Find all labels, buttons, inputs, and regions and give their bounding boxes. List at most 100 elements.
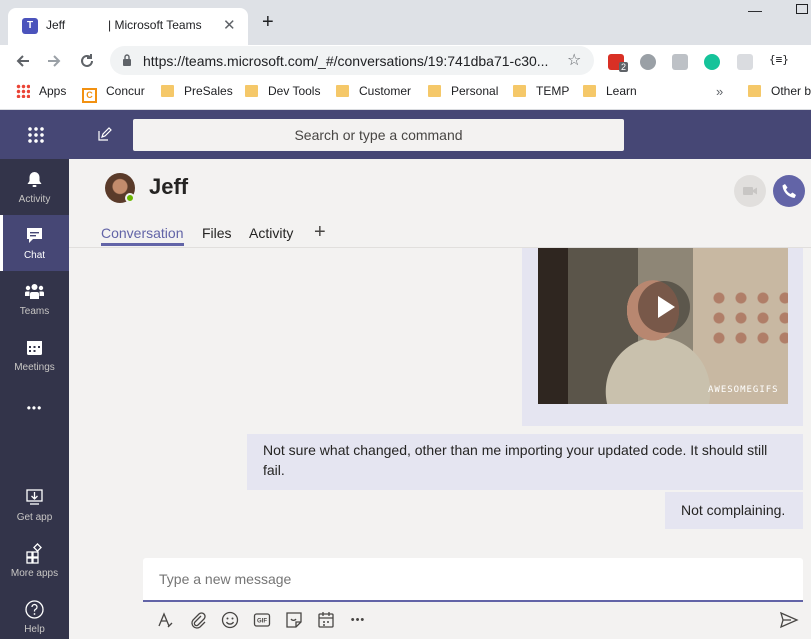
tab-files[interactable]: Files: [202, 225, 232, 241]
bookmark-concur[interactable]: C Concur: [82, 84, 145, 103]
download-icon: [26, 489, 43, 505]
extension-badge: 2: [619, 62, 629, 72]
help-icon: [25, 600, 44, 619]
rail-item-get-app[interactable]: Get app: [0, 477, 69, 533]
bookmark-other[interactable]: Other b: [748, 84, 811, 98]
folder-icon: [428, 85, 441, 97]
bookmark-temp[interactable]: TEMP: [513, 84, 569, 98]
bookmark-customer[interactable]: Customer: [336, 84, 411, 98]
rail-label: Get app: [16, 512, 53, 523]
teams-people-icon: [25, 284, 44, 299]
more-options-icon[interactable]: •••: [348, 610, 368, 630]
browser-toolbar: https://teams.microsoft.com/_#/conversat…: [0, 45, 811, 77]
chat-pane: Jeff Conversation Files Activity + AWESO…: [69, 159, 811, 639]
apps-grid-icon: [16, 84, 30, 98]
folder-icon: [583, 85, 596, 97]
gif-image[interactable]: AWESOMEGIFS: [538, 248, 788, 404]
app-bar: Activity Chat Teams Meetings ••• Get app…: [0, 159, 69, 639]
emoji-icon[interactable]: [220, 610, 240, 630]
video-call-button[interactable]: [734, 175, 766, 207]
url-text: https://teams.microsoft.com/_#/conversat…: [143, 53, 549, 69]
gif-watermark: AWESOMEGIFS: [708, 385, 779, 395]
rail-label: Activity: [18, 194, 51, 205]
folder-icon: [513, 85, 526, 97]
gif-message: AWESOMEGIFS: [522, 248, 803, 426]
forward-arrow-icon[interactable]: [45, 52, 63, 70]
schedule-meeting-icon[interactable]: [316, 610, 336, 630]
message-bubble[interactable]: Not complaining.: [665, 492, 803, 529]
tab-conversation[interactable]: Conversation: [101, 225, 184, 246]
message-text: Not sure what changed, other than me imp…: [263, 442, 768, 478]
rail-label: Teams: [19, 306, 50, 317]
new-tab-button[interactable]: +: [262, 12, 274, 32]
app-launcher-icon[interactable]: [27, 126, 45, 144]
browser-titlebar: T Jeff | Microsoft Teams ✕ + —: [0, 0, 811, 45]
bookmark-personal[interactable]: Personal: [428, 84, 498, 98]
gif-background-pattern: [708, 288, 788, 348]
rail-item-activity[interactable]: Activity: [0, 159, 69, 215]
folder-icon: [748, 85, 761, 97]
bookmark-learn[interactable]: Learn: [583, 84, 637, 98]
rail-item-teams[interactable]: Teams: [0, 271, 69, 327]
bookmark-devtools[interactable]: Dev Tools: [245, 84, 320, 98]
message-list[interactable]: AWESOMEGIFS Not sure what changed, other…: [69, 248, 811, 543]
bookmark-presales[interactable]: PreSales: [161, 84, 233, 98]
more-bookmarks-button[interactable]: »: [716, 84, 723, 99]
avatar[interactable]: [105, 173, 135, 203]
video-camera-icon: [743, 187, 757, 195]
address-bar[interactable]: https://teams.microsoft.com/_#/conversat…: [110, 46, 594, 75]
new-chat-icon[interactable]: [97, 127, 112, 142]
rail-more-apps-dots[interactable]: •••: [0, 391, 69, 431]
extension-circle-icon[interactable]: [640, 54, 656, 70]
teams-favicon-icon: T: [22, 18, 38, 34]
message-text: Not complaining.: [681, 502, 786, 518]
play-button[interactable]: [638, 281, 690, 333]
extension-cube-icon[interactable]: [737, 54, 753, 70]
folder-icon: [161, 85, 174, 97]
bookmark-star-icon[interactable]: ☆: [567, 50, 581, 70]
message-bubble[interactable]: Not sure what changed, other than me imp…: [247, 434, 803, 490]
grammarly-icon[interactable]: [704, 54, 720, 70]
rail-item-meetings[interactable]: Meetings: [0, 327, 69, 383]
rail-label: Help: [24, 624, 45, 635]
send-icon[interactable]: [779, 610, 799, 630]
compose-box[interactable]: [143, 558, 803, 602]
tab-title-suffix: | Microsoft Teams: [108, 18, 202, 32]
message-input[interactable]: [159, 571, 759, 587]
add-tab-button[interactable]: +: [314, 221, 326, 244]
minimize-window-button[interactable]: —: [748, 2, 762, 18]
rail-item-help[interactable]: Help: [0, 589, 69, 639]
rail-item-chat[interactable]: Chat: [0, 215, 69, 271]
rail-item-more-apps[interactable]: More apps: [0, 533, 69, 589]
teams-header: Search or type a command: [0, 110, 811, 159]
chat-title: Jeff: [149, 174, 189, 199]
more-dots-icon: •••: [26, 401, 43, 415]
chat-icon: [27, 228, 42, 243]
bookmarks-bar: Apps C Concur PreSales Dev Tools Customer…: [0, 77, 811, 110]
folder-icon: [336, 85, 349, 97]
rail-label: Meetings: [14, 362, 55, 373]
rail-label: More apps: [10, 568, 59, 579]
sticker-icon[interactable]: [284, 610, 304, 630]
browser-tab[interactable]: T Jeff | Microsoft Teams ✕: [8, 8, 248, 45]
format-icon[interactable]: [155, 610, 175, 630]
extension-g-icon[interactable]: [672, 54, 688, 70]
close-tab-icon[interactable]: ✕: [223, 16, 236, 34]
search-input[interactable]: Search or type a command: [133, 119, 624, 151]
concur-icon: C: [82, 88, 97, 103]
tab-activity[interactable]: Activity: [249, 225, 293, 241]
gif-button-label: GIF: [257, 619, 267, 625]
maximize-window-button[interactable]: [796, 4, 808, 14]
reload-icon[interactable]: [78, 52, 96, 70]
calendar-icon: [27, 341, 42, 355]
play-icon: [658, 296, 675, 318]
phone-icon: [782, 184, 796, 198]
back-arrow-icon[interactable]: [14, 52, 32, 70]
lock-icon: [123, 54, 131, 66]
audio-call-button[interactable]: [773, 175, 805, 207]
gif-icon[interactable]: GIF: [252, 610, 272, 630]
chat-header: Jeff Conversation Files Activity +: [69, 159, 811, 248]
attach-icon[interactable]: [188, 610, 208, 630]
extension-json-icon[interactable]: {≡}: [769, 53, 789, 66]
bookmark-apps[interactable]: Apps: [16, 84, 66, 98]
